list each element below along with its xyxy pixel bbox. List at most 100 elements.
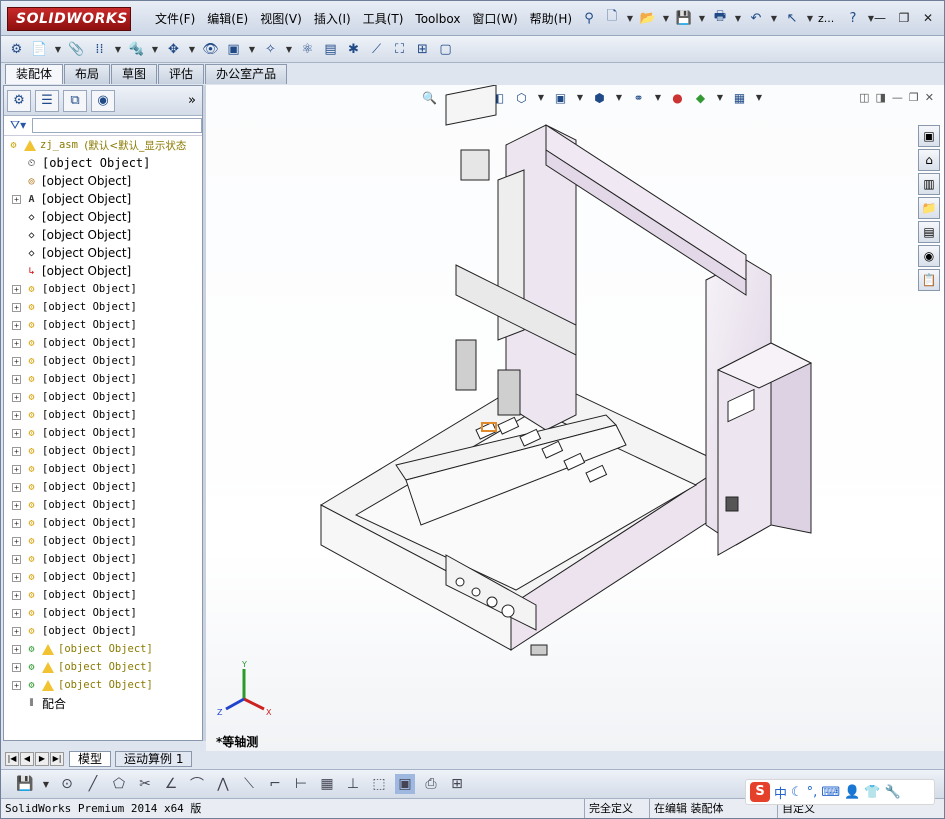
tree-item[interactable]: + ⚙ [object Object] [4,334,202,352]
expand-icon[interactable]: + [12,356,21,366]
tree-item[interactable]: + ⚙ [object Object] [4,676,202,694]
select-arrow-icon[interactable]: ↖ [782,8,802,28]
prev-tab-icon[interactable]: ◀ [20,752,34,766]
wrench-icon[interactable]: 🔧 [884,785,900,800]
expand-icon[interactable]: + [12,572,21,582]
tree-item[interactable]: + ⚙ [object Object] [4,496,202,514]
next-tab-icon[interactable]: ▶ [35,752,49,766]
tree-item[interactable]: + ⚙ [object Object] [4,514,202,532]
undo-icon[interactable]: ↶ [746,8,766,28]
expand-icon[interactable]: + [12,428,21,438]
tree-item[interactable]: + ⚙ [object Object] [4,442,202,460]
point-icon[interactable]: ⊙ [57,774,77,794]
expand-icon[interactable]: + [12,500,21,510]
expand-icon[interactable]: + [12,338,21,348]
menu-item[interactable]: 视图(V) [254,10,308,28]
tab-1[interactable]: 布局 [64,64,111,84]
user-icon[interactable]: 👤 [844,785,860,800]
moon-icon[interactable]: ☾ [791,785,803,800]
smart-fasteners-icon[interactable]: 🔩 [127,40,146,59]
tree-item[interactable]: +⫴配合 [4,694,202,712]
menu-item[interactable]: 文件(F) [149,10,201,28]
expand-icon[interactable]: + [12,482,21,492]
tree-item[interactable]: + ⚙ [object Object] [4,352,202,370]
tab-4[interactable]: 办公室产品 [205,64,288,84]
bill-of-materials-icon[interactable]: ▤ [321,40,340,59]
restore-icon[interactable]: ❐ [894,9,914,27]
property-manager-tab-icon[interactable]: ☰ [35,89,59,112]
tree-item[interactable]: + ⚙ [object Object] [4,280,202,298]
menu-item[interactable]: 编辑(E) [201,10,254,28]
corner-icon[interactable]: ⌐ [265,774,285,794]
open-folder-icon[interactable]: 📂 [638,8,658,28]
expand-icon[interactable]: + [12,302,21,312]
grid-icon[interactable]: ▦ [317,774,337,794]
tree-item[interactable]: + ⚙ [object Object] [4,424,202,442]
mirror-icon[interactable]: ⋀ [213,774,233,794]
punctuation-icon[interactable]: °, [807,785,818,800]
offset-icon[interactable]: ⟍ [239,774,259,794]
tree-item[interactable]: + ⚙ [object Object] [4,406,202,424]
close-icon[interactable]: ✕ [918,9,938,27]
expand-icon[interactable]: + [12,680,21,690]
feature-tree-tab-icon[interactable]: ⚙ [7,89,31,112]
assembly-model[interactable] [206,85,944,751]
tree-item[interactable]: +◇[object Object] [4,226,202,244]
tree-item[interactable]: + ⚙ [object Object] [4,604,202,622]
chevron-down-icon[interactable]: ▼ [661,14,671,23]
tree-root[interactable]: ⚙ zj_asm (默认<默认_显示状态 [4,136,202,154]
table-icon[interactable]: ⊞ [447,774,467,794]
new-part-icon[interactable]: 📄 [30,40,49,59]
chevron-down-icon[interactable]: ▼ [41,780,51,789]
menu-item[interactable]: 插入(I) [308,10,357,28]
chevron-down-icon[interactable]: ▼ [113,45,123,54]
search-field[interactable]: z... [818,12,840,25]
print-icon[interactable]: 🖶 [710,8,730,28]
expand-icon[interactable]: + [12,320,21,330]
tree-item[interactable]: + ⚙ [object Object] [4,640,202,658]
help-icon[interactable]: ? [843,8,863,28]
menu-item[interactable]: Toolbox [409,10,466,28]
linear-pattern-icon[interactable]: ⁞⁞ [90,40,109,59]
tree-item[interactable]: +◇[object Object] [4,244,202,262]
expand-icon[interactable]: + [12,662,21,672]
chevron-down-icon[interactable]: ▼ [733,14,743,23]
mate-icon[interactable]: 📎 [67,40,86,59]
move-component-icon[interactable]: ✥ [164,40,183,59]
save-icon[interactable]: 💾 [674,8,694,28]
ime-language[interactable]: 中 [774,783,787,802]
ime-toolbar[interactable]: S 中 ☾ °, ⌨ 👤 👕 🔧 [745,779,935,805]
expand-icon[interactable]: + [12,608,21,618]
tree-item[interactable]: + ⚙ [object Object] [4,622,202,640]
chevron-down-icon[interactable]: ▼ [697,14,707,23]
chevron-down-icon[interactable]: ▼ [284,45,294,54]
tree-item[interactable]: + ⚙ [object Object] [4,316,202,334]
tab-motion-study[interactable]: 运动算例 1 [115,751,193,767]
tab-0[interactable]: 装配体 [5,64,64,84]
expand-icon[interactable]: + [12,464,21,474]
line-icon[interactable]: ╱ [83,774,103,794]
clearance-icon[interactable]: ⊞ [413,40,432,59]
chevron-down-icon[interactable]: ▼ [247,45,257,54]
new-motion-study-icon[interactable]: ⚛ [298,40,317,59]
sogou-logo[interactable]: S [750,782,770,802]
chevron-down-icon[interactable]: ▼ [805,14,815,23]
shaded-icon[interactable]: ▣ [395,774,415,794]
assembly-features-icon[interactable]: ▣ [224,40,243,59]
expand-icon[interactable]: + [12,284,21,294]
tree-item[interactable]: + ⚙ [object Object] [4,586,202,604]
expand-icon[interactable]: + [12,446,21,456]
expand-icon[interactable]: + [12,536,21,546]
tree-item[interactable]: + ⚙ [object Object] [4,388,202,406]
tree-item[interactable]: +↳[object Object] [4,262,202,280]
tab-2[interactable]: 草图 [111,64,158,84]
expand-icon[interactable]: + [12,194,21,204]
expand-icon[interactable]: + [12,392,21,402]
menu-item[interactable]: 窗口(W) [466,10,523,28]
skin-icon[interactable]: 👕 [864,785,880,800]
expand-icon[interactable]: + [12,374,21,384]
exploded-view-icon[interactable]: ✱ [344,40,363,59]
dim-icon[interactable]: ⊢ [291,774,311,794]
keyboard-icon[interactable]: ⌨ [821,785,840,800]
solidworks-logo[interactable]: SOLIDWORKS [7,7,131,31]
